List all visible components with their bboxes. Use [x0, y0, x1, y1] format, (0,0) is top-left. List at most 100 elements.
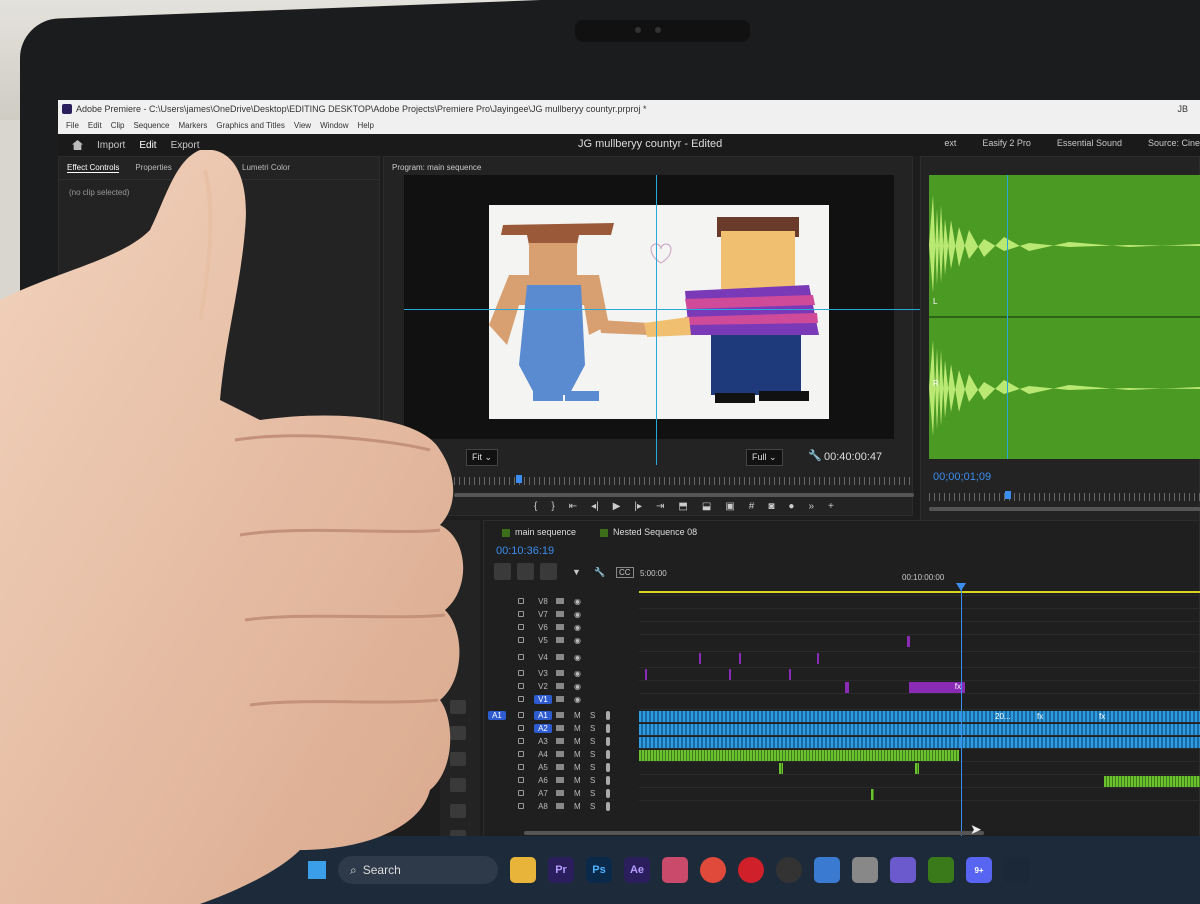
step-forward-icon[interactable]: |▸: [634, 501, 642, 512]
tab-main-sequence[interactable]: main sequence: [502, 527, 576, 537]
track-a7[interactable]: A7 M S: [484, 787, 1200, 800]
audio-clip[interactable]: [639, 724, 1200, 735]
track-v5[interactable]: V5 ◉: [484, 634, 1200, 647]
after-effects-taskbar-icon[interactable]: Ae: [624, 857, 650, 883]
taskbar-search[interactable]: ⌕ Search: [338, 856, 498, 884]
chrome-icon[interactable]: [700, 857, 726, 883]
lock-icon[interactable]: [518, 777, 524, 783]
eye-icon[interactable]: ◉: [574, 623, 581, 632]
program-viewer[interactable]: [404, 175, 934, 465]
video-clip-fx[interactable]: fx: [909, 682, 965, 693]
timeline-timecode[interactable]: 00:10:36:19: [496, 545, 554, 557]
lock-icon[interactable]: [518, 637, 524, 643]
track-v6[interactable]: V6 ◉: [484, 621, 1200, 634]
quality-dropdown[interactable]: Full ⌄: [746, 449, 783, 466]
solo-button[interactable]: S: [590, 802, 595, 811]
audio-clip[interactable]: [915, 763, 919, 774]
eye-icon[interactable]: ◉: [574, 610, 581, 619]
extract-icon[interactable]: ⬓: [702, 501, 711, 512]
program-timecode[interactable]: 9: [406, 451, 412, 463]
timeline-horizontal-scrollbar[interactable]: [524, 831, 984, 835]
eye-icon[interactable]: ◉: [574, 695, 581, 704]
video-clip[interactable]: [645, 669, 647, 680]
settings-wrench-icon[interactable]: 🔧: [594, 567, 605, 578]
video-clip[interactable]: [729, 669, 731, 680]
obs-icon[interactable]: [776, 857, 802, 883]
microphone-icon[interactable]: [606, 789, 610, 798]
captions-icon[interactable]: CC: [616, 567, 634, 578]
linked-selection-icon[interactable]: [540, 563, 557, 580]
lock-icon[interactable]: [518, 790, 524, 796]
tab-lumetri-color[interactable]: Lumetri Color: [242, 163, 290, 173]
program-zoom-scrollbar[interactable]: [454, 493, 914, 497]
zoom-dropdown[interactable]: Fit ⌄: [466, 449, 499, 466]
lock-icon[interactable]: [518, 764, 524, 770]
solo-button[interactable]: S: [590, 776, 595, 785]
workspace-tab-text[interactable]: ext: [944, 138, 956, 148]
lock-icon[interactable]: [518, 598, 524, 604]
go-to-out-icon[interactable]: ⇥: [656, 501, 664, 512]
menu-help[interactable]: Help: [358, 118, 374, 134]
solo-button[interactable]: S: [590, 737, 595, 746]
mode-import[interactable]: Import: [97, 140, 125, 151]
discord-icon[interactable]: 9+: [966, 857, 992, 883]
audio-clip[interactable]: [639, 750, 959, 761]
track-a1[interactable]: A1 A1 M S 20... fx fx: [484, 709, 1200, 722]
timeline-playhead-handle[interactable]: [956, 583, 966, 591]
timeline-playhead[interactable]: [961, 587, 962, 837]
premiere-taskbar-icon[interactable]: Pr: [548, 857, 574, 883]
track-v3[interactable]: V3 ◉: [484, 667, 1200, 680]
eye-icon[interactable]: ◉: [574, 597, 581, 606]
lock-icon[interactable]: [518, 696, 524, 702]
menu-window[interactable]: Window: [320, 118, 348, 134]
mute-button[interactable]: M: [574, 802, 581, 811]
sync-icon[interactable]: [556, 683, 564, 689]
tab-nested-sequence[interactable]: Nested Sequence 08: [600, 527, 697, 537]
track-a6[interactable]: A6 M S: [484, 774, 1200, 787]
opera-icon[interactable]: [738, 857, 764, 883]
sync-icon[interactable]: [556, 738, 564, 744]
lock-icon[interactable]: [518, 738, 524, 744]
track-label[interactable]: A1: [534, 711, 552, 720]
track-lane[interactable]: [639, 634, 1200, 647]
work-area-bar[interactable]: [639, 591, 1200, 593]
track-v7[interactable]: V7 ◉: [484, 608, 1200, 621]
audio-waveform-display[interactable]: L R: [929, 175, 1200, 459]
sync-icon[interactable]: [556, 751, 564, 757]
track-a2[interactable]: A2 M S: [484, 722, 1200, 735]
microphone-icon[interactable]: [606, 724, 610, 733]
video-clip[interactable]: [739, 653, 741, 664]
sync-icon[interactable]: [556, 624, 564, 630]
video-clip[interactable]: [699, 653, 701, 664]
sync-icon[interactable]: [556, 598, 564, 604]
solo-button[interactable]: S: [590, 724, 595, 733]
menu-clip[interactable]: Clip: [111, 118, 125, 134]
track-lane[interactable]: [639, 735, 1200, 748]
sync-icon[interactable]: [556, 654, 564, 660]
sync-icon[interactable]: [556, 670, 564, 676]
audio-clip[interactable]: [1104, 776, 1200, 787]
track-lane[interactable]: [639, 651, 1200, 664]
mark-in-icon[interactable]: {: [534, 501, 537, 512]
video-clip[interactable]: [845, 682, 849, 693]
audio-clip[interactable]: [871, 789, 874, 800]
track-lane[interactable]: [639, 761, 1200, 774]
razor-tool-icon[interactable]: [450, 752, 466, 766]
mute-button[interactable]: M: [574, 737, 581, 746]
program-playhead-marker[interactable]: [516, 475, 522, 483]
mute-button[interactable]: M: [574, 724, 581, 733]
track-lane[interactable]: [639, 748, 1200, 761]
sync-icon[interactable]: [556, 712, 564, 718]
microphone-icon[interactable]: [606, 737, 610, 746]
slip-tool-icon[interactable]: [450, 778, 466, 792]
track-lane[interactable]: [639, 595, 1200, 608]
audio-clip[interactable]: [779, 763, 783, 774]
menu-sequence[interactable]: Sequence: [133, 118, 169, 134]
safe-margins-icon[interactable]: #: [749, 501, 755, 512]
source-time-ruler[interactable]: [929, 493, 1200, 501]
track-lane[interactable]: [639, 608, 1200, 621]
track-lane[interactable]: [639, 667, 1200, 680]
mode-export[interactable]: Export: [171, 140, 200, 151]
lock-icon[interactable]: [518, 611, 524, 617]
lock-icon[interactable]: [518, 654, 524, 660]
